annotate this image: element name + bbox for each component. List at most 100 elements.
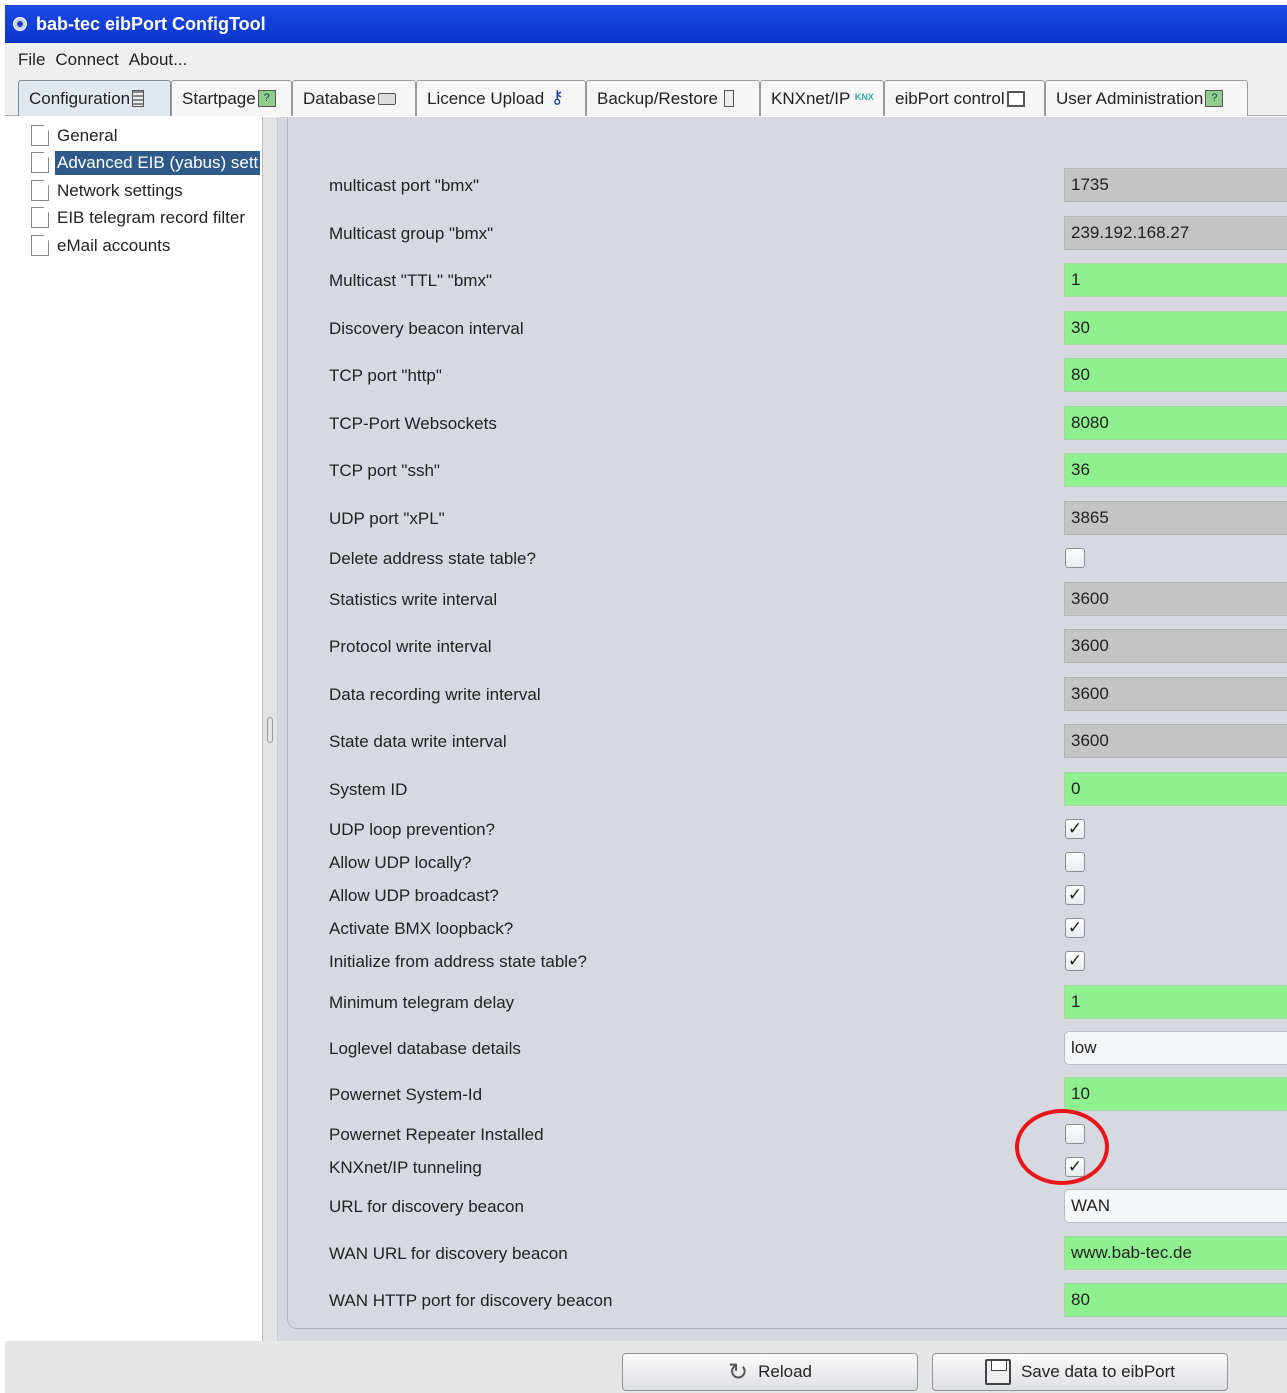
tab-label: User Administration	[1056, 88, 1204, 108]
tab-label: eibPort control	[895, 88, 1005, 108]
database-icon	[377, 92, 396, 105]
tab-licence-upload[interactable]: Licence Upload ⚷	[416, 80, 586, 116]
setting-input[interactable]: 239.192.168.27	[1064, 216, 1287, 250]
setting-input[interactable]: 3600	[1064, 724, 1287, 758]
setting-checkbox[interactable]	[1065, 852, 1085, 872]
help-icon: ?	[257, 90, 276, 107]
setting-label: System ID	[329, 780, 408, 799]
setting-label: TCP port "http"	[329, 366, 442, 385]
save-button[interactable]: Save data to eibPort	[932, 1353, 1228, 1391]
setting-input[interactable]: 80	[1064, 358, 1287, 392]
setting-label: Multicast "TTL" "bmx"	[329, 271, 492, 290]
menu-about[interactable]: About...	[129, 50, 188, 70]
save-label: Save data to eibPort	[1020, 1362, 1176, 1381]
tree-item-label: eMail accounts	[57, 235, 171, 255]
setting-label: TCP port "ssh"	[329, 461, 440, 480]
floppy-disk-icon	[984, 1359, 1011, 1385]
app-logo-icon	[13, 17, 27, 31]
tab-configuration[interactable]: Configuration	[18, 80, 171, 116]
setting-label: Delete address state table?	[329, 549, 536, 568]
setting-input[interactable]: 8080	[1064, 406, 1287, 440]
setting-input[interactable]: 3865	[1064, 501, 1287, 535]
setting-input[interactable]: 3600	[1064, 677, 1287, 711]
setting-label: Allow UDP locally?	[329, 853, 472, 872]
setting-dropdown[interactable]: WAN	[1064, 1189, 1287, 1223]
setting-checkbox[interactable]: ✓	[1065, 1157, 1085, 1177]
setting-label: Allow UDP broadcast?	[329, 886, 499, 905]
setting-label: Discovery beacon interval	[329, 319, 524, 338]
setting-input[interactable]: 1735	[1064, 168, 1287, 202]
tab-user-administration[interactable]: User Administration ?	[1045, 80, 1248, 116]
setting-input[interactable]: 3600	[1064, 629, 1287, 663]
reload-label: Reload	[758, 1362, 812, 1381]
setting-checkbox[interactable]	[1065, 548, 1085, 568]
setting-checkbox[interactable]: ✓	[1065, 918, 1085, 938]
monitor-icon	[1006, 90, 1025, 107]
reload-button[interactable]: ↻ Reload	[622, 1353, 918, 1391]
tree-item-label: General	[57, 125, 118, 145]
tree-item-label: EIB telegram record filter	[57, 207, 246, 227]
setting-input[interactable]: 1	[1064, 985, 1287, 1019]
setting-label: Powernet Repeater Installed	[329, 1125, 544, 1144]
setting-label: UDP port "xPL"	[329, 509, 445, 528]
tree-item-label: Network settings	[57, 180, 183, 200]
help-icon: ?	[1205, 90, 1224, 107]
knx-icon: KNX	[854, 92, 874, 102]
document-icon	[31, 180, 49, 201]
setting-label: WAN HTTP port for discovery beacon	[329, 1291, 613, 1310]
setting-checkbox[interactable]: ✓	[1065, 819, 1085, 839]
setting-input[interactable]: 10	[1064, 1077, 1287, 1111]
setting-label: URL for discovery beacon	[329, 1197, 524, 1216]
tab-database[interactable]: Database	[292, 80, 416, 116]
tab-eibport-control[interactable]: eibPort control	[884, 80, 1045, 116]
setting-checkbox[interactable]: ✓	[1065, 885, 1085, 905]
setting-input[interactable]: 0	[1064, 772, 1287, 806]
tree-item-email-accounts[interactable]: eMail accounts	[5, 232, 263, 259]
file-icon	[723, 90, 734, 107]
setting-label: Loglevel database details	[329, 1039, 521, 1058]
tree-item-general[interactable]: General	[5, 122, 263, 149]
setting-label: State data write interval	[329, 732, 507, 751]
setting-label: Data recording write interval	[329, 685, 541, 704]
tab-bar: Configuration Startpage ? Database Licen…	[5, 76, 1287, 116]
setting-input[interactable]: 36	[1064, 453, 1287, 487]
tab-backup-restore[interactable]: Backup/Restore	[586, 80, 760, 116]
setting-input[interactable]: www.bab-tec.de	[1064, 1236, 1287, 1270]
config-icon	[132, 90, 145, 107]
menu-file[interactable]: File	[18, 50, 45, 70]
document-icon	[31, 125, 49, 146]
tab-label: Licence Upload	[427, 88, 545, 108]
setting-checkbox[interactable]	[1065, 1124, 1085, 1144]
setting-label: Multicast group "bmx"	[329, 224, 494, 243]
tab-startpage[interactable]: Startpage ?	[171, 80, 292, 116]
setting-label: KNXnet/IP tunneling	[329, 1158, 482, 1177]
tab-label: KNXnet/IP	[771, 88, 851, 108]
setting-label: TCP-Port Websockets	[329, 414, 497, 433]
setting-input[interactable]: 80	[1064, 1283, 1287, 1317]
tab-knxnet-ip[interactable]: KNXnet/IP KNX	[760, 80, 884, 116]
setting-input[interactable]: 30	[1064, 311, 1287, 345]
setting-input[interactable]: 3600	[1064, 582, 1287, 616]
setting-label: UDP loop prevention?	[329, 820, 496, 839]
setting-label: Minimum telegram delay	[329, 993, 515, 1012]
tree-item-eib-telegram-record-filter[interactable]: EIB telegram record filter	[5, 204, 263, 231]
setting-label: Activate BMX loopback?	[329, 919, 514, 938]
tree-item-network-settings[interactable]: Network settings	[5, 177, 263, 204]
setting-label: WAN URL for discovery beacon	[329, 1244, 568, 1263]
window-title: bab-tec eibPort ConfigTool	[36, 13, 266, 34]
tab-label: Backup/Restore	[597, 88, 718, 108]
menu-connect[interactable]: Connect	[55, 50, 118, 70]
key-icon: ⚷	[550, 87, 564, 107]
setting-checkbox[interactable]: ✓	[1065, 951, 1085, 971]
splitter-grip[interactable]	[267, 717, 273, 743]
setting-dropdown[interactable]: low	[1064, 1031, 1287, 1065]
tab-label: Startpage	[182, 88, 256, 108]
settings-tree: General Advanced EIB (yabus) sett Networ…	[5, 117, 263, 1341]
setting-input[interactable]: 1	[1064, 263, 1287, 297]
setting-label: Powernet System-Id	[329, 1085, 483, 1104]
settings-panel[interactable]: multicast port "bmx" 1735 Multicast group …	[278, 117, 1287, 1341]
settings-form: multicast port "bmx" 1735 Multicast group …	[287, 117, 1287, 1329]
tree-item-advanced-eib[interactable]: Advanced EIB (yabus) sett	[5, 149, 263, 176]
split-pane-divider[interactable]	[263, 117, 278, 1341]
tree-item-label: Advanced EIB (yabus) sett	[55, 150, 261, 175]
